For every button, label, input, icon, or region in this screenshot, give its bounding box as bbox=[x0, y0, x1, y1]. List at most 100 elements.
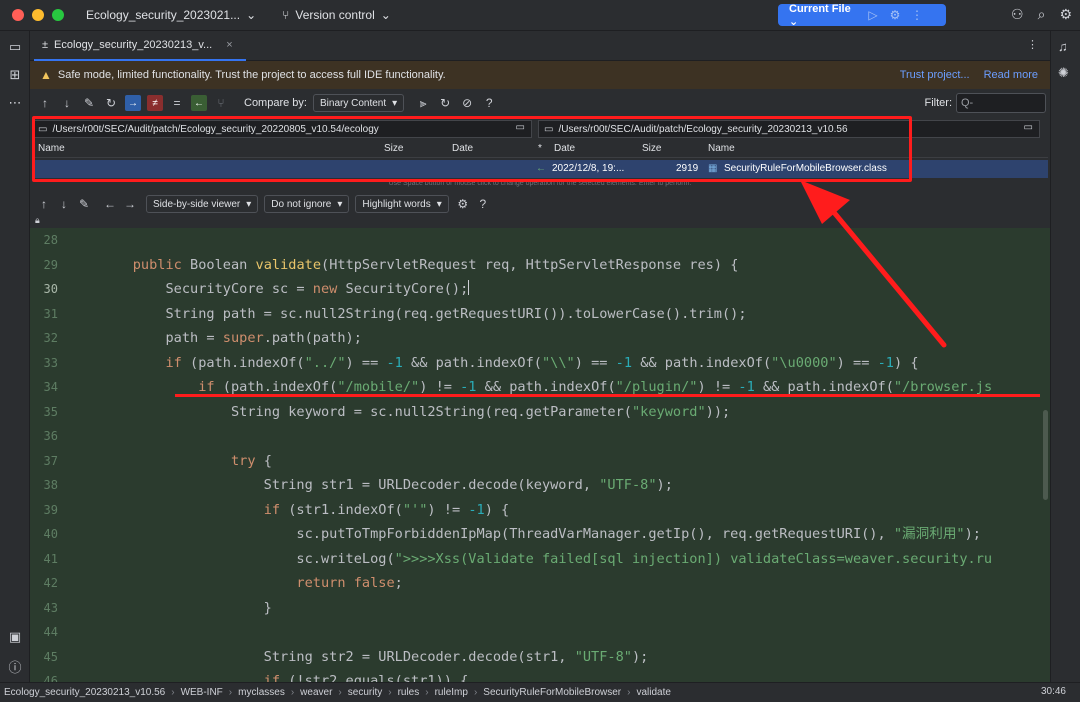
run-icon[interactable]: ▷ bbox=[862, 8, 884, 22]
arrow-up-icon[interactable]: ↑ bbox=[34, 197, 54, 211]
merge-icon[interactable]: ⑂ bbox=[210, 96, 232, 110]
breadcrumb-item[interactable]: SecurityRuleForMobileBrowser bbox=[483, 687, 621, 698]
gear-icon[interactable]: ⚙ bbox=[1059, 6, 1072, 23]
project-selector[interactable]: Ecology_security_2023021... ⌄ bbox=[86, 8, 256, 22]
minimize-window-button[interactable] bbox=[32, 9, 44, 21]
arrow-right-icon[interactable]: → bbox=[120, 197, 140, 211]
line-number: 31 bbox=[43, 306, 58, 321]
line-number: 35 bbox=[43, 404, 58, 419]
folder-icon[interactable]: ▭ bbox=[7, 39, 23, 55]
line-number: 30 bbox=[43, 282, 58, 296]
caret-position[interactable]: 30:46 bbox=[1041, 686, 1066, 697]
zoom-window-button[interactable] bbox=[52, 9, 64, 21]
run-config-label: Current File bbox=[789, 2, 851, 15]
show-different-icon[interactable]: ≠ bbox=[147, 95, 163, 111]
browse-folder-icon[interactable]: ▭ bbox=[1024, 122, 1033, 133]
arrow-down-icon[interactable]: ↓ bbox=[56, 96, 78, 110]
filter-label: Filter: bbox=[924, 97, 953, 109]
chevron-right-icon: › bbox=[171, 687, 175, 698]
show-new-on-left-icon[interactable]: → bbox=[125, 95, 141, 111]
breadcrumb-item[interactable]: security bbox=[348, 687, 382, 698]
more-tools-icon[interactable]: ⋯ bbox=[7, 95, 23, 111]
arrow-up-icon[interactable]: ↑ bbox=[34, 96, 56, 110]
branch-icon: ⑂ bbox=[282, 8, 290, 22]
code-editor[interactable]: 28 29 30 31 32 33 34 35 36 37 38 39 40 41 42 43 44 45 46 p… bbox=[30, 228, 1050, 682]
viewer-value: Side-by-side viewer bbox=[153, 198, 241, 210]
arrow-down-icon[interactable]: ↓ bbox=[54, 197, 74, 211]
right-tool-strip: ♫ ✺ bbox=[1050, 31, 1080, 682]
code-content[interactable]: public Boolean validate(HttpServletReque… bbox=[100, 228, 1050, 683]
tab-diff[interactable]: ± Ecology_security_20230213_v... × bbox=[34, 31, 246, 61]
tab-label: Ecology_security_20230213_v... bbox=[54, 39, 213, 51]
help-icon[interactable]: ? bbox=[473, 197, 493, 211]
warning-icon: ▲ bbox=[40, 68, 52, 82]
close-icon[interactable]: × bbox=[226, 39, 232, 51]
breadcrumb-item[interactable]: WEB-INF bbox=[181, 687, 223, 698]
chevron-down-icon: ▾ bbox=[337, 198, 343, 210]
chevron-down-icon: ⌄ bbox=[380, 8, 391, 22]
ignore-dropdown[interactable]: Do not ignore ▾ bbox=[264, 195, 350, 213]
breadcrumb: Ecology_security_20230213_v10.56 › WEB-INF… bbox=[4, 687, 671, 698]
problems-icon[interactable]: ⓘ bbox=[7, 657, 23, 675]
left-tool-strip: ▭ ⊞ ⋯ ▣ ⓘ bbox=[0, 31, 30, 682]
window-controls bbox=[12, 9, 64, 21]
edit-icon[interactable]: ✎ bbox=[78, 96, 100, 110]
breadcrumb-item[interactable]: validate bbox=[636, 687, 670, 698]
filter-input[interactable]: Q- bbox=[956, 93, 1046, 113]
chevron-right-icon: › bbox=[290, 687, 295, 698]
hide-icon[interactable]: ⊘ bbox=[456, 96, 478, 110]
run-config-selector[interactable]: Current File ⌄ bbox=[778, 3, 862, 28]
search-icon[interactable]: ⌕ bbox=[1038, 6, 1046, 23]
help-icon[interactable]: ? bbox=[478, 96, 500, 110]
line-number: 39 bbox=[43, 502, 58, 517]
terminal-icon[interactable]: ▣ bbox=[7, 629, 23, 645]
safe-mode-banner: ▲ Safe mode, limited functionality. Trus… bbox=[30, 61, 1050, 89]
structure-icon[interactable]: ⊞ bbox=[7, 67, 23, 83]
breadcrumb-item[interactable]: ruleImp bbox=[435, 687, 468, 698]
line-number: 37 bbox=[43, 453, 58, 468]
vcs-widget[interactable]: ⑂ Version control ⌄ bbox=[282, 8, 391, 22]
code-line: String keyword = sc.null2String(req.getP… bbox=[100, 403, 731, 420]
tab-options-icon[interactable]: ⋮ bbox=[1027, 38, 1038, 51]
annotation-underline bbox=[175, 394, 1040, 397]
show-new-on-right-icon[interactable]: ← bbox=[191, 95, 207, 111]
banner-message: Safe mode, limited functionality. Trust … bbox=[57, 69, 446, 81]
breadcrumb-item[interactable]: Ecology_security_20230213_v10.56 bbox=[4, 687, 165, 698]
code-line: if (path.indexOf("../") == -1 && path.in… bbox=[165, 354, 919, 371]
highlight-dropdown[interactable]: Highlight words ▾ bbox=[355, 195, 449, 213]
code-line: if (!str2.equals(str1)) { bbox=[263, 673, 469, 682]
code-line: path = super.path(path); bbox=[100, 330, 362, 346]
read-more-link[interactable]: Read more bbox=[984, 69, 1038, 81]
show-equal-icon[interactable]: = bbox=[166, 96, 188, 110]
status-bar: Ecology_security_20230213_v10.56 › WEB-INF… bbox=[0, 682, 1080, 702]
arrow-left-icon[interactable]: ← bbox=[100, 197, 120, 211]
trust-project-link[interactable]: Trust project... bbox=[900, 69, 970, 81]
more-icon[interactable]: ⋮ bbox=[906, 8, 928, 22]
line-number: 29 bbox=[43, 257, 58, 272]
breadcrumb-item[interactable]: rules bbox=[398, 687, 420, 698]
breadcrumb-item[interactable]: myclasses bbox=[238, 687, 285, 698]
lock-icon[interactable]: 🔒︎ bbox=[35, 215, 40, 226]
add-user-icon[interactable]: ⚇ bbox=[1011, 6, 1024, 23]
close-window-button[interactable] bbox=[12, 9, 24, 21]
ai-assistant-icon[interactable]: ✺ bbox=[1058, 65, 1069, 81]
editor-scrollbar[interactable] bbox=[1040, 228, 1050, 682]
refresh-icon[interactable]: ↻ bbox=[100, 96, 122, 110]
settings-icon[interactable]: ⚙ bbox=[453, 197, 473, 211]
edit-icon[interactable]: ✎ bbox=[74, 197, 94, 211]
compare-by-dropdown[interactable]: Binary Content ▾ bbox=[312, 94, 405, 112]
project-name: Ecology_security_2023021... bbox=[86, 8, 241, 22]
chevron-right-icon: › bbox=[627, 687, 631, 698]
line-number: 33 bbox=[43, 355, 58, 370]
refresh-compare-icon[interactable]: ↻ bbox=[434, 96, 456, 110]
viewer-dropdown[interactable]: Side-by-side viewer ▾ bbox=[146, 195, 259, 213]
scroll-thumb[interactable] bbox=[1043, 410, 1048, 500]
sync-scroll-icon[interactable]: ⫸ bbox=[412, 96, 434, 111]
line-number: 36 bbox=[43, 429, 58, 443]
debug-icon[interactable]: ⚙ bbox=[884, 8, 906, 22]
annotation-box bbox=[32, 116, 912, 182]
notifications-icon[interactable]: ♫ bbox=[1058, 39, 1068, 54]
breadcrumb-item[interactable]: weaver bbox=[300, 687, 332, 698]
line-number: 32 bbox=[43, 331, 58, 345]
